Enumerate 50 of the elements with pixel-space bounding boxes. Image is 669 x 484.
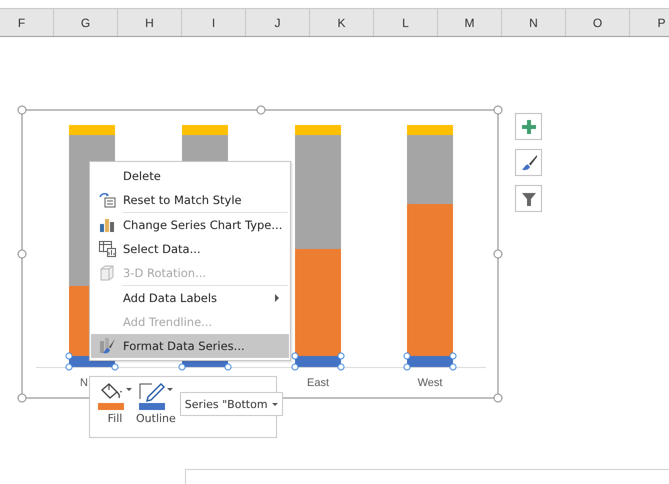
column-header[interactable]: N [502,9,566,36]
chart-elements-button[interactable] [515,113,542,140]
table-icon [98,241,116,257]
outline-button[interactable]: Outline [136,382,176,425]
selected-bar-segment[interactable] [295,356,341,367]
cube-icon [99,265,115,281]
column-header[interactable]: I [182,9,246,36]
column-header[interactable]: M [438,9,502,36]
column-header[interactable]: H [118,9,182,36]
menu-item[interactable]: Select Data... [91,237,289,261]
column-header[interactable]: K [310,9,374,36]
resize-handle[interactable] [256,106,266,114]
column-header[interactable]: O [566,9,630,36]
fill-button[interactable]: Fill [98,382,132,425]
caret-icon [272,402,278,406]
menu-item[interactable]: Format Data Series... [91,334,289,358]
format-brush-icon [98,337,116,355]
resize-handle[interactable] [18,250,26,258]
resize-handle[interactable] [18,394,26,402]
caret-icon [166,388,173,391]
caret-icon [126,388,132,391]
reset-style-icon [98,192,116,208]
resize-handle[interactable] [18,106,26,114]
selected-bar-segment[interactable] [407,356,453,367]
series-dropdown[interactable]: Series "Bottom [180,392,283,416]
column-header[interactable]: J [246,9,310,36]
menu-item[interactable]: Add Data Labels [91,286,289,310]
menu-item[interactable]: Delete [91,164,289,188]
category-label: West [418,377,442,389]
paintbrush-icon [520,154,538,172]
chart-filters-button[interactable] [515,185,542,212]
category-label: East [307,377,329,389]
resize-handle[interactable] [494,106,502,114]
chart-styles-button[interactable] [515,149,542,176]
column-header[interactable]: F [0,9,54,36]
column-header[interactable]: P [630,9,669,36]
resize-handle[interactable] [494,250,502,258]
menu-item[interactable]: Reset to Match Style [91,188,289,212]
resize-handle[interactable] [494,394,502,402]
menu-item[interactable]: Change Series Chart Type... [91,213,289,237]
selection-handle[interactable] [224,364,232,370]
column-header[interactable]: L [374,9,438,36]
bar-chart-icon [99,217,115,233]
plus-icon [520,118,536,134]
filter-icon [520,190,536,206]
submenu-arrow-icon [275,294,279,302]
category-label: N [80,377,88,389]
selection-handle[interactable] [112,364,118,370]
column-header[interactable]: G [54,9,118,36]
selection-handle[interactable] [178,364,186,370]
